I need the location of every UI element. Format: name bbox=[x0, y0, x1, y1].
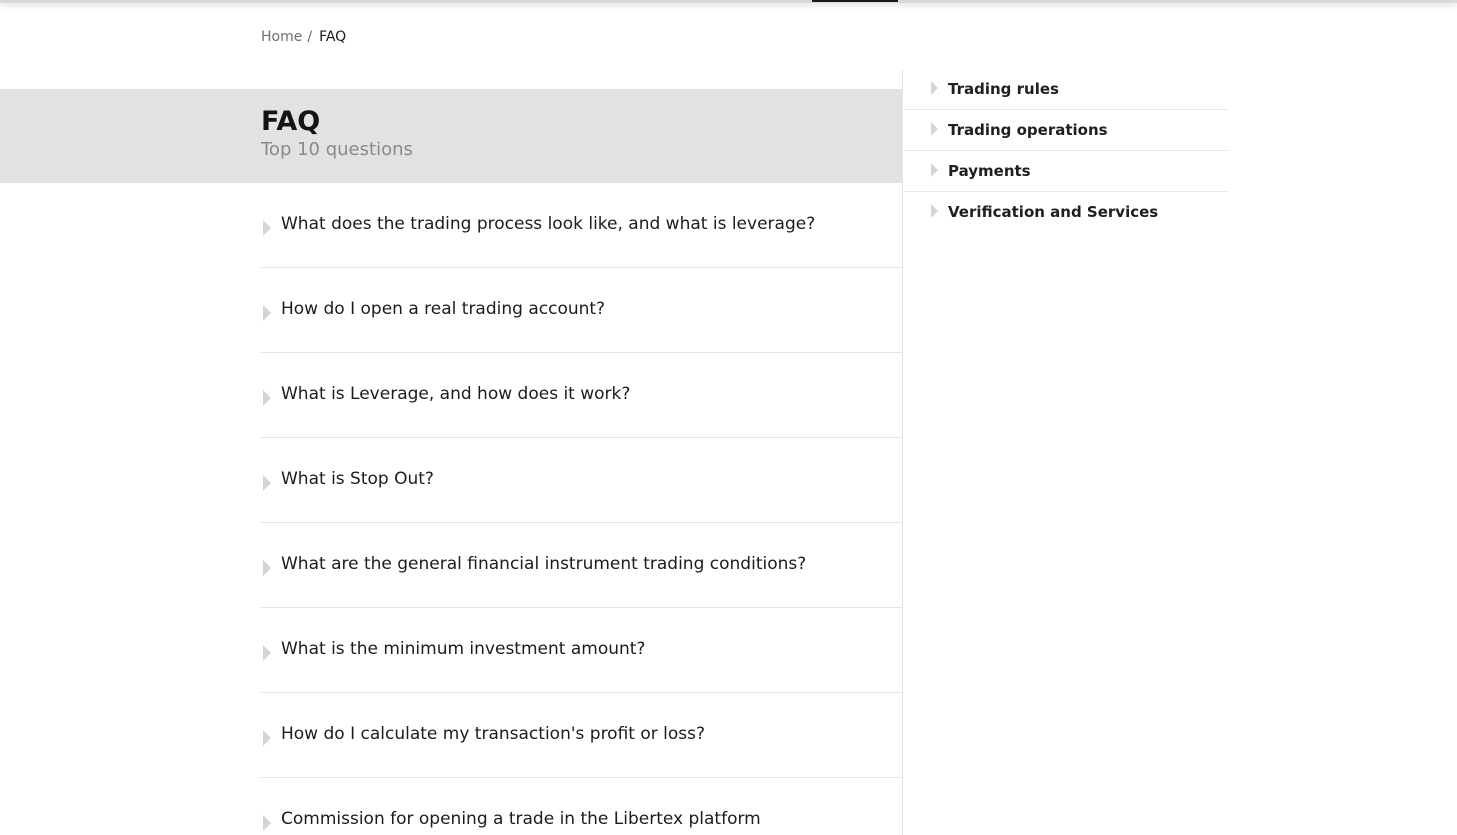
sidebar-item-verification-and-services[interactable]: Verification and Services bbox=[904, 192, 1228, 232]
page-title: FAQ bbox=[261, 106, 321, 137]
content-sidebar-divider bbox=[902, 70, 903, 835]
sidebar-item-trading-rules[interactable]: Trading rules bbox=[904, 69, 1228, 110]
sidebar-item-label: Trading rules bbox=[948, 80, 1059, 98]
faq-question-text: What does the trading process look like,… bbox=[281, 214, 816, 234]
faq-question-7[interactable]: How do I calculate my transaction's prof… bbox=[261, 693, 902, 778]
faq-question-1[interactable]: What does the trading process look like,… bbox=[261, 183, 902, 268]
caret-right-icon bbox=[263, 305, 271, 321]
sidebar-item-payments[interactable]: Payments bbox=[904, 151, 1228, 192]
breadcrumb-home-link[interactable]: Home bbox=[261, 29, 302, 45]
caret-right-icon bbox=[263, 730, 271, 746]
faq-question-5[interactable]: What are the general financial instrumen… bbox=[261, 523, 902, 608]
caret-right-icon bbox=[263, 220, 271, 236]
faq-question-3[interactable]: What is Leverage, and how does it work? bbox=[261, 353, 902, 438]
caret-right-icon bbox=[263, 815, 271, 831]
faq-question-6[interactable]: What is the minimum investment amount? bbox=[261, 608, 902, 693]
sidebar-item-label: Payments bbox=[948, 162, 1031, 180]
faq-question-text: How do I open a real trading account? bbox=[281, 299, 606, 319]
breadcrumb-separator: / bbox=[307, 29, 313, 45]
faq-question-4[interactable]: What is Stop Out? bbox=[261, 438, 902, 523]
breadcrumb: Home / FAQ bbox=[261, 29, 346, 45]
caret-right-icon bbox=[931, 204, 938, 218]
sidebar-item-trading-operations[interactable]: Trading operations bbox=[904, 110, 1228, 151]
faq-question-text: What are the general financial instrumen… bbox=[281, 554, 807, 574]
caret-right-icon bbox=[931, 81, 938, 95]
faq-question-text: How do I calculate my transaction's prof… bbox=[281, 724, 706, 744]
caret-right-icon bbox=[263, 560, 271, 576]
faq-question-8[interactable]: Commission for opening a trade in the Li… bbox=[261, 778, 902, 835]
faq-category-sidebar: Trading rules Trading operations Payment… bbox=[904, 69, 1228, 232]
caret-right-icon bbox=[931, 122, 938, 136]
faq-page: Home / FAQ FAQ Top 10 questions What does … bbox=[0, 0, 1457, 835]
faq-question-text: What is Leverage, and how does it work? bbox=[281, 384, 631, 404]
faq-question-text: Commission for opening a trade in the Li… bbox=[281, 809, 761, 829]
caret-right-icon bbox=[931, 163, 938, 177]
page-subtitle: Top 10 questions bbox=[261, 139, 413, 160]
sidebar-item-label: Trading operations bbox=[948, 121, 1108, 139]
faq-question-list: What does the trading process look like,… bbox=[261, 183, 902, 835]
active-nav-underline bbox=[812, 0, 898, 2]
caret-right-icon bbox=[263, 645, 271, 661]
faq-hero-banner bbox=[0, 89, 902, 183]
faq-question-text: What is the minimum investment amount? bbox=[281, 639, 646, 659]
breadcrumb-current: FAQ bbox=[319, 29, 347, 45]
sidebar-item-label: Verification and Services bbox=[948, 203, 1159, 221]
top-nav-shadow bbox=[0, 0, 1457, 3]
faq-question-text: What is Stop Out? bbox=[281, 469, 434, 489]
caret-right-icon bbox=[263, 475, 271, 491]
faq-question-2[interactable]: How do I open a real trading account? bbox=[261, 268, 902, 353]
caret-right-icon bbox=[263, 390, 271, 406]
